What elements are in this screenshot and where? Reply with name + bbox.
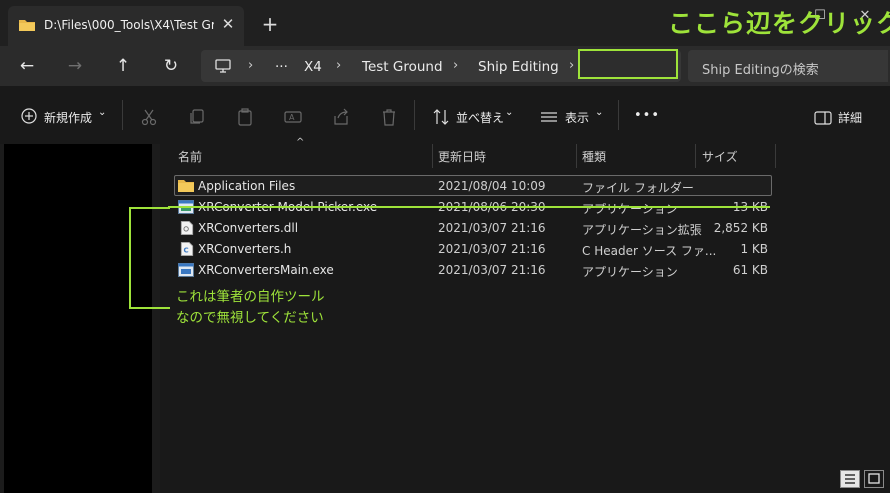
chevron-down-icon: ⌄ [98, 107, 107, 118]
c-header-icon: C [180, 242, 194, 256]
view-list-icon [541, 112, 557, 122]
file-name[interactable]: XRConvertersMain.exe [198, 263, 334, 277]
file-modified: 2021/03/07 21:16 [438, 242, 546, 256]
rename-icon[interactable]: A [284, 108, 302, 126]
file-modified: 2021/03/07 21:16 [438, 263, 546, 277]
column-divider[interactable] [432, 144, 433, 168]
breadcrumb-ship-editing[interactable]: Ship Editing [478, 59, 559, 75]
file-type: アプリケーション拡張 [582, 223, 702, 237]
tab-title: D:\Files\000_Tools\X4\Test Gro [44, 18, 214, 32]
up-button[interactable]: ↑ [109, 54, 137, 78]
breadcrumb-more[interactable]: ··· [275, 59, 288, 75]
chevron-right-icon: › [248, 58, 254, 73]
cut-icon[interactable] [140, 108, 158, 126]
annotation-connector [140, 207, 170, 209]
column-header-type[interactable]: 種類 [582, 148, 606, 165]
refresh-button[interactable]: ↻ [157, 54, 185, 78]
sort-icon [433, 109, 449, 125]
sort-button[interactable]: 並べ替え [456, 109, 504, 126]
file-name[interactable]: XRConverters.h [198, 242, 291, 256]
navigation-bar: ← → ↑ ↻ › ··· X4 › Test Ground › Ship Ed… [0, 46, 890, 86]
computer-icon [215, 59, 231, 73]
svg-text:C: C [184, 247, 189, 255]
file-type: ファイル フォルダー [582, 181, 694, 195]
navigation-pane-redacted [4, 144, 152, 493]
details-view-icon [845, 474, 855, 484]
annotation-strike-line [168, 206, 770, 208]
view-button[interactable]: 表示 [565, 109, 589, 126]
title-bar: D:\Files\000_Tools\X4\Test Gro ✕ + ☐ ✕ こ… [0, 0, 890, 46]
column-divider[interactable] [695, 144, 696, 168]
new-plus-icon [21, 108, 37, 124]
annotation-click-here: ここら辺をクリック [668, 9, 890, 38]
chevron-right-icon: › [336, 58, 342, 73]
new-button[interactable]: 新規作成 [44, 109, 92, 126]
details-button[interactable]: 詳細 [838, 109, 862, 126]
forward-button[interactable]: → [61, 54, 89, 78]
tab-close-button[interactable]: ✕ [218, 14, 238, 34]
annotation-note: これは筆者の自作ツール なので無視してください [176, 287, 325, 329]
file-name[interactable]: Application Files [198, 179, 295, 193]
folder-icon [178, 180, 194, 192]
chevron-down-icon: ⌄ [505, 107, 514, 118]
annotation-note-line: なので無視してください [176, 310, 324, 326]
details-pane-icon [814, 111, 832, 125]
delete-icon[interactable] [380, 108, 398, 126]
column-header-size[interactable]: サイズ [702, 148, 738, 165]
file-size: 1 KB [740, 242, 768, 256]
tiles-view-button[interactable] [864, 470, 884, 488]
file-modified: 2021/08/04 10:09 [438, 179, 546, 193]
share-icon[interactable] [332, 108, 350, 126]
chevron-down-icon: ⌄ [595, 107, 604, 118]
file-size: 2,852 KB [713, 221, 768, 235]
dll-icon [180, 221, 194, 235]
file-type: アプリケーション [582, 265, 678, 279]
file-size: 61 KB [732, 263, 768, 277]
file-modified: 2021/03/07 21:16 [438, 221, 546, 235]
address-bar-empty-area[interactable] [578, 49, 678, 79]
search-placeholder: Ship Editingの検索 [702, 63, 819, 78]
back-button[interactable]: ← [13, 54, 41, 78]
divider [122, 100, 123, 130]
details-view-button[interactable] [840, 470, 860, 488]
chevron-right-icon: › [569, 58, 575, 73]
divider [414, 100, 415, 130]
exe-icon [178, 263, 194, 277]
paste-icon[interactable] [236, 108, 254, 126]
annotation-bracket [129, 207, 141, 309]
svg-text:A: A [289, 113, 295, 122]
file-type: アプリケーション [582, 202, 678, 216]
command-bar: 新規作成 ⌄ A 並べ替え ⌄ 表示 ⌄ ••• 詳細 [0, 86, 890, 144]
more-options-button[interactable]: ••• [634, 108, 660, 123]
explorer-tab[interactable]: D:\Files\000_Tools\X4\Test Gro ✕ [8, 6, 244, 46]
annotation-connector [140, 307, 170, 309]
file-type: C Header ソース ファ... [582, 244, 717, 258]
new-tab-button[interactable]: + [258, 12, 282, 36]
column-divider[interactable] [576, 144, 577, 168]
column-header-modified[interactable]: 更新日時 [438, 148, 486, 165]
chevron-right-icon: › [453, 58, 459, 73]
file-name[interactable]: XRConverters.dll [198, 221, 298, 235]
breadcrumb-test-ground[interactable]: Test Ground [362, 59, 443, 75]
folder-icon [19, 20, 35, 31]
breadcrumb-x4[interactable]: X4 [304, 59, 322, 75]
copy-icon[interactable] [188, 108, 206, 126]
column-header-name[interactable]: 名前 [178, 148, 202, 165]
divider [618, 100, 619, 130]
search-box[interactable]: Ship Editingの検索 [688, 50, 888, 82]
tiles-view-icon [868, 473, 880, 484]
annotation-note-line: これは筆者の自作ツール [176, 289, 325, 305]
sort-ascending-icon: ^ [296, 137, 305, 148]
column-divider[interactable] [775, 144, 776, 168]
